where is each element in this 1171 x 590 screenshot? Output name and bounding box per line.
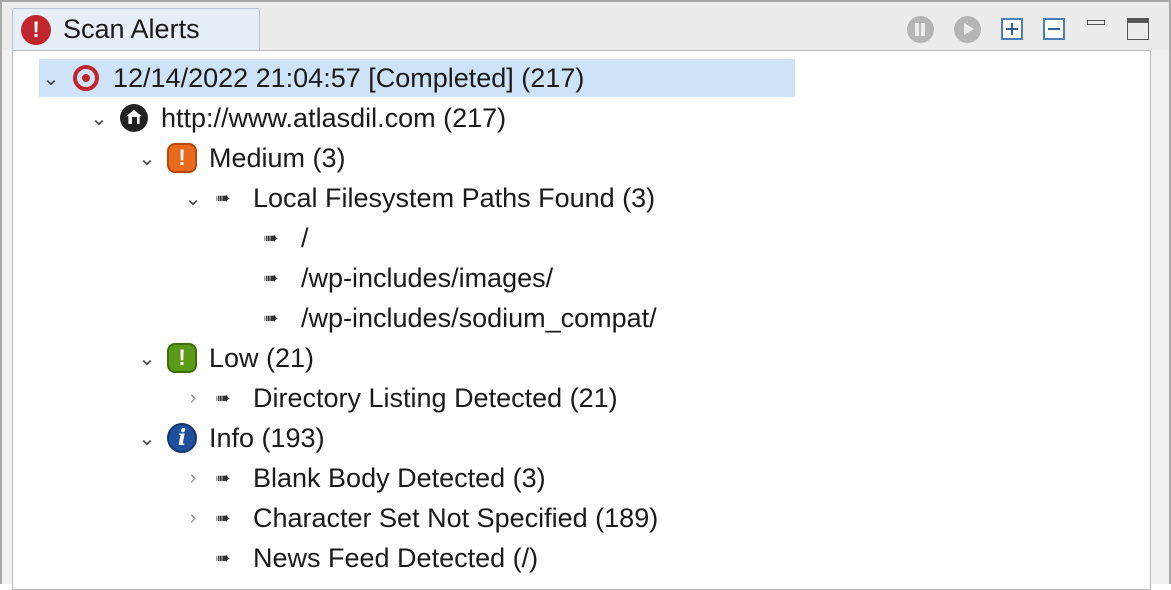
tree-node-instance[interactable]: ➠ / [229,219,321,257]
arrow-right-icon: ➠ [215,387,231,408]
tree-node-alert[interactable]: › ➠ Blank Body Detected (3) [181,459,558,497]
arrow-right-icon: ➠ [215,547,231,568]
scan-alerts-tab[interactable]: ! Scan Alerts [12,8,260,50]
alert-label: Directory Listing Detected (21) [253,382,618,413]
tree-node-low[interactable]: ⌄ ! Low (21) [135,339,326,377]
expand-all-icon [1001,18,1023,40]
info-severity-icon: i [167,423,197,453]
chevron-down-icon[interactable]: ⌄ [87,106,111,130]
instance-label: / [301,222,309,253]
pause-icon [907,15,934,43]
arrow-right-icon: ➠ [263,307,279,328]
alert-label: Character Set Not Specified (189) [253,502,659,533]
chevron-down-icon[interactable]: ⌄ [135,346,159,370]
medium-severity-icon: ! [167,143,197,173]
chevron-down-icon[interactable]: ⌄ [135,146,159,170]
medium-label: Medium (3) [209,142,346,173]
chevron-down-icon[interactable]: ⌄ [135,426,159,450]
arrow-right-icon: ➠ [263,267,279,288]
tree-node-site[interactable]: ⌄ http://www.atlasdil.com (217) [87,99,518,137]
arrow-right-icon: ➠ [215,467,231,488]
low-severity-icon: ! [167,343,197,373]
tree-node-instance[interactable]: ➠ /wp-includes/sodium_compat/ [229,299,669,337]
tree-node-alert[interactable]: › ➠ Character Set Not Specified (189) [181,499,670,537]
tree-node-scan[interactable]: ⌄ 12/14/2022 21:04:57 [Completed] (217) [39,59,795,97]
collapse-all-button[interactable] [1043,18,1065,40]
low-label: Low (21) [209,342,315,373]
tree-node-info[interactable]: ⌄ i Info (193) [135,419,337,457]
alert-label: Local Filesystem Paths Found (3) [253,182,656,213]
scan-label: 12/14/2022 21:04:57 [Completed] (217) [113,62,585,93]
chevron-right-icon[interactable]: › [181,466,205,490]
pause-button[interactable] [907,15,934,43]
resume-button[interactable] [954,15,981,43]
arrow-right-icon: ➠ [215,187,231,208]
alerts-tree[interactable]: ⌄ 12/14/2022 21:04:57 [Completed] (217) … [12,50,1151,590]
scan-target-icon [73,65,99,91]
site-icon [120,104,148,132]
arrow-right-icon: ➠ [263,227,279,248]
alert-label: Blank Body Detected (3) [253,462,546,493]
tree-node-medium[interactable]: ⌄ ! Medium (3) [135,139,358,177]
chevron-right-icon[interactable]: › [181,506,205,530]
minimize-icon [1085,18,1107,40]
scan-alerts-panel: ! Scan Alerts ⌄ 12/14/2022 21:04:57 [Com… [0,0,1171,590]
panel-title-bar: ! Scan Alerts [2,2,1169,50]
instance-label: /wp-includes/sodium_compat/ [301,302,657,333]
chevron-right-icon[interactable]: › [181,386,205,410]
tree-node-alert[interactable]: › ➠ Directory Listing Detected (21) [181,379,630,417]
expand-all-button[interactable] [1001,18,1023,40]
tab-label: Scan Alerts [63,14,200,44]
site-label: http://www.atlasdil.com (217) [161,102,507,133]
maximize-icon [1127,18,1149,40]
arrow-right-icon: ➠ [215,507,231,528]
alert-icon: ! [21,14,51,45]
chevron-down-icon[interactable]: ⌄ [181,186,205,210]
chevron-down-icon[interactable]: ⌄ [39,66,63,90]
tree-node-alert[interactable]: ➠ News Feed Detected (/) [181,539,550,577]
tree-node-alert[interactable]: ⌄ ➠ Local Filesystem Paths Found (3) [181,179,667,217]
collapse-all-icon [1043,18,1065,40]
info-label: Info (193) [209,422,325,453]
instance-label: /wp-includes/images/ [301,262,554,293]
maximize-button[interactable] [1127,18,1149,40]
panel-toolbar [887,12,1149,46]
minimize-button[interactable] [1085,18,1107,40]
tree-node-instance[interactable]: ➠ /wp-includes/images/ [229,259,565,297]
alert-label: News Feed Detected (/) [253,542,539,573]
resume-icon [954,15,981,43]
